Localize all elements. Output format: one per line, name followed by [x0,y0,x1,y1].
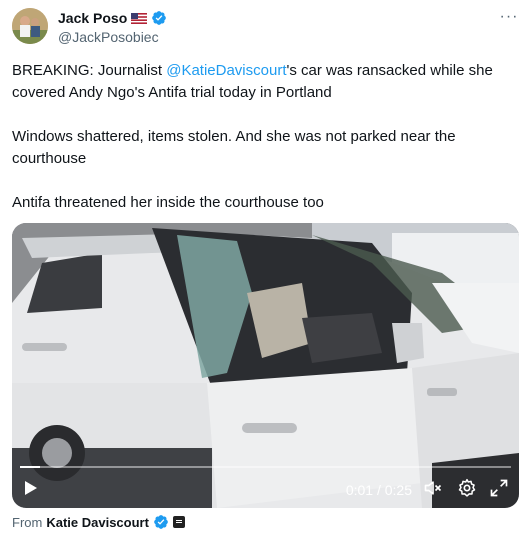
mute-icon[interactable] [423,478,443,498]
tweet-header: Jack Poso @JackPosobiec ··· [12,8,519,48]
video-player[interactable]: 0:01 / 0:25 [12,223,519,508]
mention-link[interactable]: @KatieDaviscourt [166,62,286,79]
play-icon[interactable] [24,480,38,496]
verified-badge-icon [153,514,169,530]
video-timestamp: 0:01 / 0:25 [345,482,412,498]
video-controls: 0:01 / 0:25 [12,458,519,508]
tweet-text-part: BREAKING: Journalist [12,62,167,79]
tweet-text-part: 's car was ransacked while she covered A… [12,62,493,211]
affiliation-badge-icon[interactable] [172,516,185,528]
more-options-icon[interactable]: ··· [499,9,519,26]
author-handle[interactable]: @JackPosobiec [58,29,167,45]
source-attribution: From Katie Daviscourt [12,514,185,530]
verified-badge-icon[interactable] [151,10,167,26]
settings-gear-icon[interactable] [457,478,477,498]
tweet-text: BREAKING: Journalist @KatieDaviscourt's … [12,60,512,214]
video-progress-bar[interactable] [20,466,511,468]
avatar[interactable] [12,8,48,44]
attribution-name[interactable]: Katie Daviscourt [46,515,149,530]
video-progress-fill [20,466,40,468]
us-flag-icon [131,12,148,24]
fullscreen-icon[interactable] [489,478,509,498]
author-display-name[interactable]: Jack Poso [58,10,127,26]
attribution-prefix: From [12,514,43,530]
